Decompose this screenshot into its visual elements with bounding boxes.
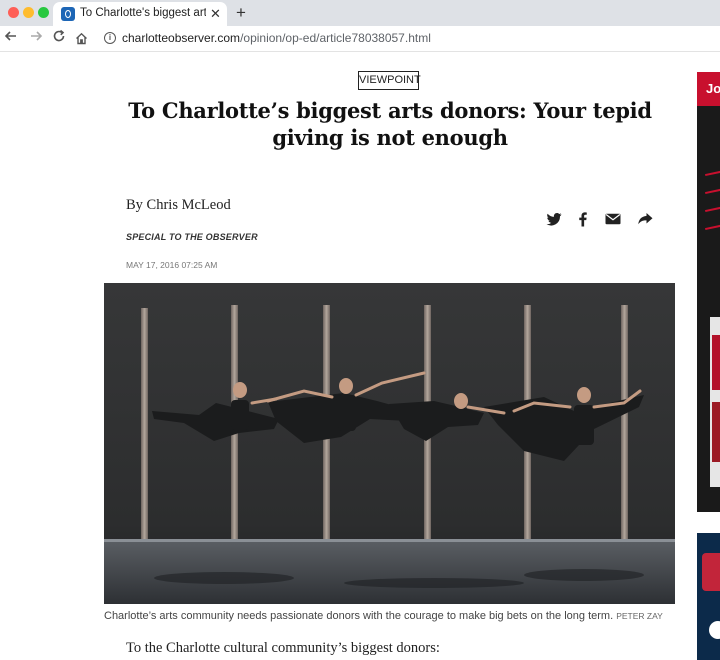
home-icon[interactable] [75, 32, 87, 45]
info-icon[interactable]: i [104, 32, 116, 44]
browser-toolbar: i charlotteobserver.com/opinion/op-ed/ar… [0, 26, 720, 52]
ad-stripe [705, 205, 720, 213]
article-lede: To the Charlotte cultural community’s bi… [126, 640, 440, 656]
ad-stripe [705, 169, 720, 177]
back-arrow-icon[interactable] [4, 29, 18, 47]
ad-image-panel [710, 317, 720, 487]
close-window-button[interactable] [8, 7, 19, 18]
url-host: charlotteobserver.com [122, 31, 241, 45]
tab-title: To Charlotte's biggest arts donors [80, 7, 206, 19]
minimize-window-button[interactable] [23, 7, 34, 18]
address-bar[interactable]: charlotteobserver.com/opinion/op-ed/arti… [122, 31, 431, 45]
ad-car-image [702, 553, 720, 591]
article-headline: To Charlotte’s biggest arts donors: Your… [128, 98, 652, 150]
facebook-icon[interactable] [574, 210, 592, 228]
ad-stripe [705, 187, 720, 195]
share-icon[interactable] [636, 210, 654, 228]
ad-stripe [705, 223, 720, 231]
byline-affiliation: SPECIAL TO THE OBSERVER [126, 232, 258, 242]
caption-text: Charlotte’s arts community needs passion… [104, 610, 614, 622]
browser-tab-active[interactable]: To Charlotte's biggest arts donors ✕ [53, 2, 227, 26]
article-photo [104, 283, 675, 604]
url-path: /opinion/op-ed/article78038057.html [240, 31, 431, 45]
reload-icon[interactable] [52, 29, 66, 47]
browser-tab-bar: To Charlotte's biggest arts donors ✕ + [0, 0, 720, 26]
forward-arrow-icon[interactable] [29, 29, 43, 47]
ad-image-block [712, 402, 720, 462]
section-kicker[interactable]: VIEWPOINT [358, 71, 421, 90]
ad-circle-graphic [709, 621, 720, 639]
sidebar-ad-2[interactable] [697, 533, 720, 660]
maximize-window-button[interactable] [38, 7, 49, 18]
twitter-icon[interactable] [545, 210, 563, 228]
site-favicon-icon [61, 7, 75, 21]
ad-image-block [712, 335, 720, 390]
photo-caption: Charlotte’s arts community needs passion… [104, 610, 675, 622]
publish-date: MAY 17, 2016 07:25 AM [126, 260, 218, 270]
sidebar-ad[interactable]: Jo [697, 72, 720, 512]
new-tab-button[interactable]: + [236, 3, 246, 23]
email-icon[interactable] [604, 210, 622, 228]
tab-close-icon[interactable]: ✕ [210, 6, 221, 22]
ad-banner-text: Jo [697, 72, 720, 106]
photo-credit: PETER ZAY [616, 611, 663, 621]
author-byline: By Chris McLeod [126, 197, 231, 213]
